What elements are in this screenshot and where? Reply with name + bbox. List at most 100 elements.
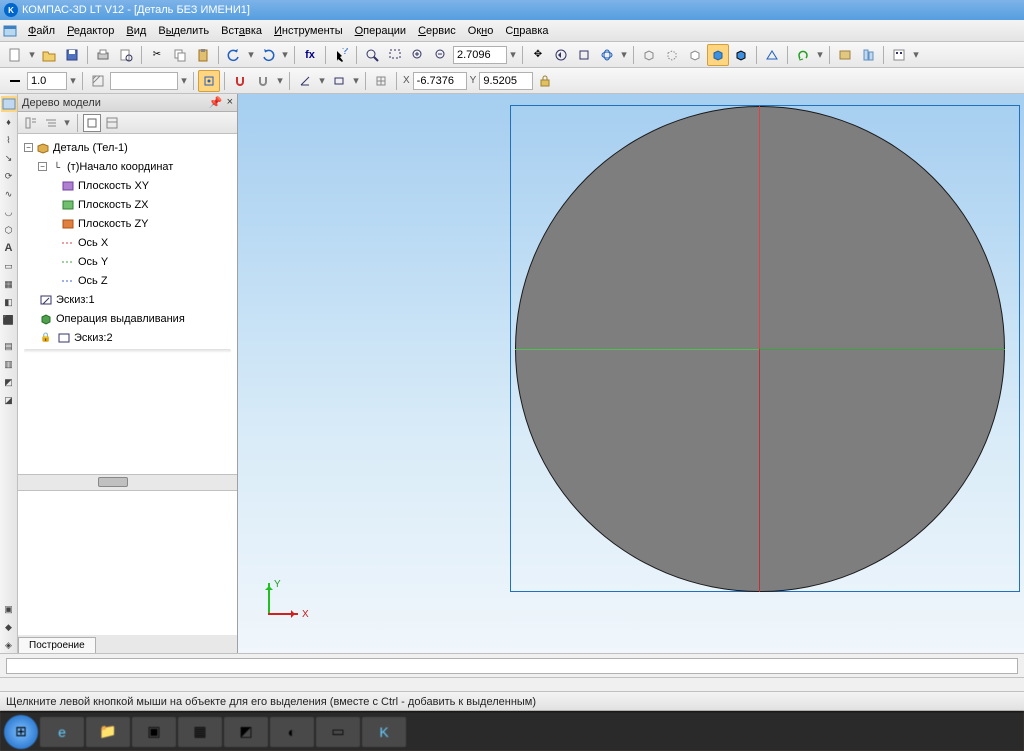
task-app5[interactable]: ▭ [316, 717, 360, 747]
expander-icon[interactable]: − [38, 162, 47, 171]
open-button[interactable] [38, 44, 60, 66]
pan-button[interactable]: ✥ [527, 44, 549, 66]
menu-select[interactable]: Выделить [152, 22, 215, 40]
orbit-dropdown[interactable]: ▾ [619, 48, 629, 61]
expander-icon[interactable]: − [24, 143, 33, 152]
vtool-10[interactable]: ▦ [1, 276, 17, 292]
hidden-button[interactable] [661, 44, 683, 66]
menu-operations[interactable]: Операции [349, 22, 412, 40]
new-dropdown[interactable]: ▾ [27, 48, 37, 61]
preview-button[interactable] [115, 44, 137, 66]
scale-dropdown[interactable]: ▾ [68, 74, 78, 87]
zoom-all-button[interactable] [573, 44, 595, 66]
tree-extrude[interactable]: Операция выдавливания [20, 309, 235, 328]
tree-btn-2[interactable] [42, 114, 60, 132]
undo-button[interactable] [223, 44, 245, 66]
tab-build[interactable]: Построение [18, 637, 96, 653]
zoom-fit-button[interactable] [361, 44, 383, 66]
tool-c-dropdown[interactable]: ▾ [911, 48, 921, 61]
task-app4[interactable]: ◐ [270, 717, 314, 747]
tree-sketch2[interactable]: 🔒 Эскиз:2 [20, 328, 235, 347]
menu-insert[interactable]: Вставка [215, 22, 268, 40]
shaded-edges-button[interactable] [730, 44, 752, 66]
angle-dropdown[interactable]: ▾ [317, 74, 327, 87]
tool-a-button[interactable] [834, 44, 856, 66]
redo-button[interactable] [257, 44, 279, 66]
vtool-12[interactable]: ⬛ [1, 312, 17, 328]
tree-hscroll[interactable] [18, 474, 237, 490]
vtool-1[interactable]: ♦ [1, 114, 17, 130]
vtool-7[interactable]: ⬡ [1, 222, 17, 238]
pin-icon[interactable]: 📌 [209, 96, 223, 109]
viewport-3d[interactable]: Y X [238, 94, 1024, 653]
redraw-button[interactable] [792, 44, 814, 66]
vtool-17[interactable]: ▣ [1, 601, 17, 617]
help-arrow-button[interactable]: ? [330, 44, 352, 66]
zoom-window-button[interactable] [384, 44, 406, 66]
magnet-dropdown[interactable]: ▾ [275, 74, 285, 87]
hatch-button[interactable] [87, 70, 109, 92]
copy-button[interactable] [169, 44, 191, 66]
vtool-8[interactable]: A [1, 240, 17, 256]
shaded-button[interactable] [707, 44, 729, 66]
undo-dropdown[interactable]: ▾ [246, 48, 256, 61]
rect-button[interactable] [328, 70, 350, 92]
command-input[interactable] [6, 658, 1018, 674]
tree-btn-1[interactable] [22, 114, 40, 132]
tree-sketch1[interactable]: Эскиз:1 [20, 290, 235, 309]
redraw-dropdown[interactable]: ▾ [815, 48, 825, 61]
style-dropdown[interactable]: ▾ [179, 74, 189, 87]
vtool-4[interactable]: ⟳ [1, 168, 17, 184]
zoom-prev-button[interactable] [550, 44, 572, 66]
coord-y-input[interactable] [479, 72, 533, 90]
vtool-18[interactable]: ◆ [1, 619, 17, 635]
vtool-16[interactable]: ◪ [1, 392, 17, 408]
vtool-9[interactable]: ▭ [1, 258, 17, 274]
cut-button[interactable]: ✂ [146, 44, 168, 66]
vtool-5[interactable]: ∿ [1, 186, 17, 202]
task-kompas[interactable]: K [362, 717, 406, 747]
vtool-11[interactable]: ◧ [1, 294, 17, 310]
print-button[interactable] [92, 44, 114, 66]
tree-origin[interactable]: − └ (т)Начало координат [20, 157, 235, 176]
task-ie[interactable]: e [40, 717, 84, 747]
close-icon[interactable]: × [227, 96, 233, 109]
task-app1[interactable]: ▣ [132, 717, 176, 747]
tree-plane-xy[interactable]: Плоскость XY [20, 176, 235, 195]
tool-c-button[interactable] [888, 44, 910, 66]
coord-lock-button[interactable] [534, 70, 556, 92]
vtool-13[interactable]: ▤ [1, 338, 17, 354]
menu-tools[interactable]: Инструменты [268, 22, 349, 40]
new-button[interactable] [4, 44, 26, 66]
coord-x-input[interactable] [413, 72, 467, 90]
tree-plane-zx[interactable]: Плоскость ZX [20, 195, 235, 214]
snap-toggle[interactable] [198, 70, 220, 92]
menu-file[interactable]: ФФайлайл [22, 22, 61, 40]
menu-editor[interactable]: Редактор [61, 22, 120, 40]
menu-view[interactable]: Вид [120, 22, 152, 40]
vtool-6[interactable]: ◡ [1, 204, 17, 220]
menu-window[interactable]: Окно [462, 22, 500, 40]
task-explorer[interactable]: 📁 [86, 717, 130, 747]
scale-input[interactable] [27, 72, 67, 90]
zoom-in-button[interactable] [407, 44, 429, 66]
tree-plane-zy[interactable]: Плоскость ZY [20, 214, 235, 233]
rect-dropdown[interactable]: ▾ [351, 74, 361, 87]
task-app3[interactable]: ◩ [224, 717, 268, 747]
perspective-button[interactable] [761, 44, 783, 66]
tree-btn-4[interactable] [103, 114, 121, 132]
vtool-panel[interactable] [1, 96, 17, 112]
paste-button[interactable] [192, 44, 214, 66]
vtool-14[interactable]: ▥ [1, 356, 17, 372]
vtool-2[interactable]: ⌇ [1, 132, 17, 148]
vtool-15[interactable]: ◩ [1, 374, 17, 390]
tree-axis-y[interactable]: Ось Y [20, 252, 235, 271]
tree-axis-x[interactable]: Ось X [20, 233, 235, 252]
tree-axis-z[interactable]: Ось Z [20, 271, 235, 290]
menu-service[interactable]: Сервис [412, 22, 462, 40]
tree-btn-3[interactable] [83, 114, 101, 132]
tree-btn-2-dropdown[interactable]: ▾ [62, 116, 72, 129]
grid-sm-button[interactable] [370, 70, 392, 92]
magnet-button[interactable] [252, 70, 274, 92]
style-input[interactable] [110, 72, 178, 90]
